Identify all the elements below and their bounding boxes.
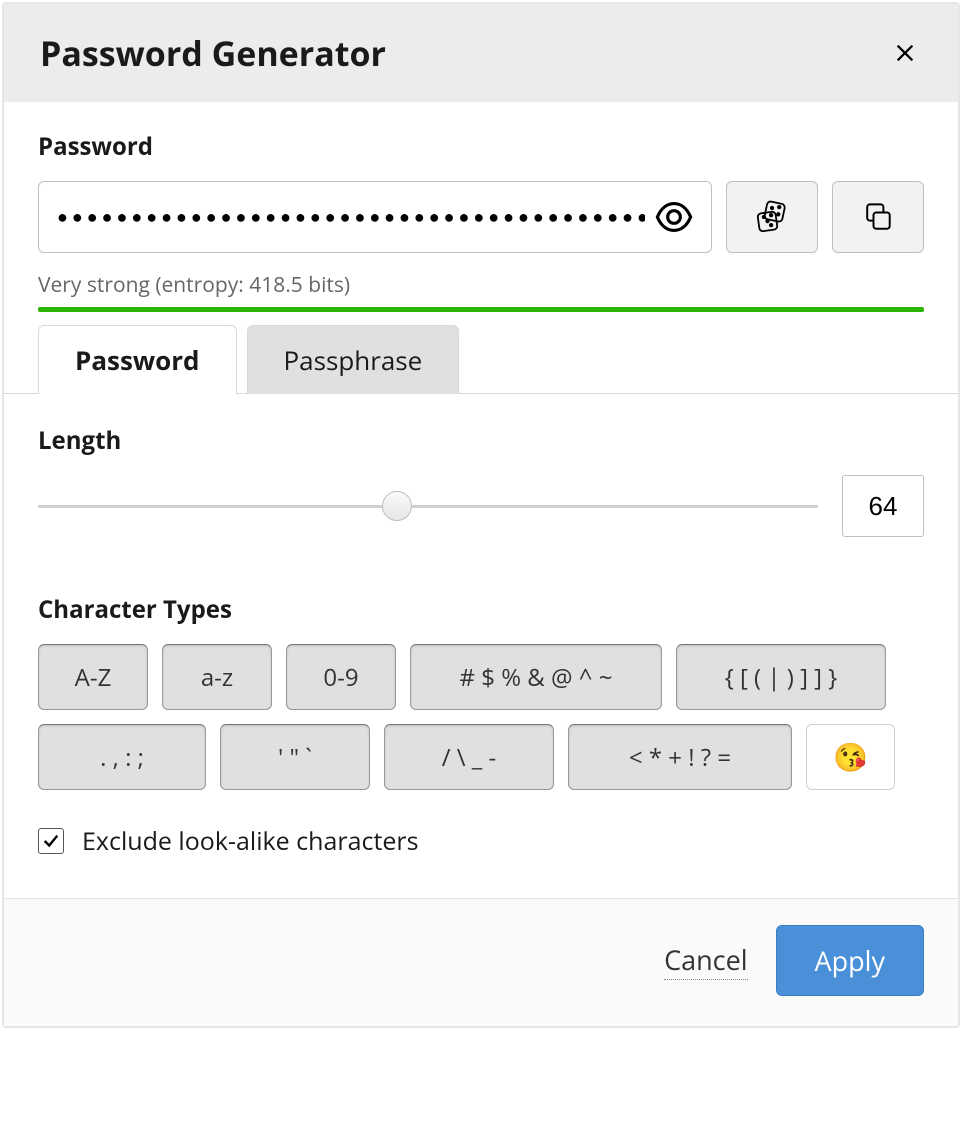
char-type-emoji[interactable]: 😘 (806, 724, 895, 790)
dialog-header: Password Generator (4, 4, 958, 102)
tab-password[interactable]: Password (38, 325, 237, 394)
length-slider[interactable] (38, 476, 818, 536)
char-type-math[interactable]: < * + ! ? = (568, 724, 792, 790)
password-generator-dialog: Password Generator Password ●●●●●●●●●●●●… (2, 2, 960, 1028)
slider-track (38, 505, 818, 508)
dialog-title: Password Generator (40, 30, 386, 76)
dialog-body: Password ●●●●●●●●●●●●●●●●●●●●●●●●●●●●●●●… (4, 102, 958, 858)
strength-bar (38, 307, 924, 312)
char-type-quotes[interactable]: ' " ` (220, 724, 370, 790)
copy-button[interactable] (832, 181, 924, 253)
dice-icon (754, 199, 790, 235)
char-types-row: A-Z a-z 0-9 # $ % & @ ^ ~ { [ ( | ) ] ] … (38, 644, 924, 790)
password-row: ●●●●●●●●●●●●●●●●●●●●●●●●●●●●●●●●●●●●●●●●… (38, 181, 924, 253)
copy-icon (860, 199, 896, 235)
char-type-slashes[interactable]: / \ _ - (384, 724, 554, 790)
length-row (38, 475, 924, 537)
eye-icon (655, 198, 693, 236)
password-masked-value: ●●●●●●●●●●●●●●●●●●●●●●●●●●●●●●●●●●●●●●●●… (57, 205, 645, 229)
length-input[interactable] (842, 475, 924, 537)
reveal-password-button[interactable] (655, 198, 693, 236)
exclude-lookalike-row: Exclude look-alike characters (38, 824, 924, 858)
char-type-special[interactable]: # $ % & @ ^ ~ (410, 644, 662, 710)
char-type-lower[interactable]: a-z (162, 644, 272, 710)
tab-passphrase[interactable]: Passphrase (247, 325, 460, 394)
strength-text: Very strong (entropy: 418.5 bits) (38, 271, 924, 299)
close-icon (894, 42, 916, 64)
tabs: Password Passphrase (4, 324, 958, 394)
exclude-lookalike-checkbox[interactable] (38, 828, 64, 854)
cancel-button[interactable]: Cancel (664, 941, 747, 980)
tab-content-password: Length Character Types A-Z a-z 0-9 # $ %… (38, 394, 924, 858)
dialog-footer: Cancel Apply (4, 898, 958, 1026)
password-label: Password (38, 130, 924, 163)
char-type-digits[interactable]: 0-9 (286, 644, 396, 710)
char-type-punct[interactable]: . , : ; (38, 724, 206, 790)
char-types-label: Character Types (38, 593, 924, 626)
check-icon (42, 832, 60, 850)
password-field[interactable]: ●●●●●●●●●●●●●●●●●●●●●●●●●●●●●●●●●●●●●●●●… (38, 181, 712, 253)
regenerate-button[interactable] (726, 181, 818, 253)
slider-thumb[interactable] (382, 491, 412, 521)
close-button[interactable] (888, 36, 922, 70)
exclude-lookalike-label: Exclude look-alike characters (82, 824, 419, 858)
strength-area: Very strong (entropy: 418.5 bits) (38, 271, 924, 312)
char-type-brackets[interactable]: { [ ( | ) ] ] } (676, 644, 886, 710)
length-label: Length (38, 424, 924, 457)
apply-button[interactable]: Apply (776, 925, 924, 996)
char-type-upper[interactable]: A-Z (38, 644, 148, 710)
